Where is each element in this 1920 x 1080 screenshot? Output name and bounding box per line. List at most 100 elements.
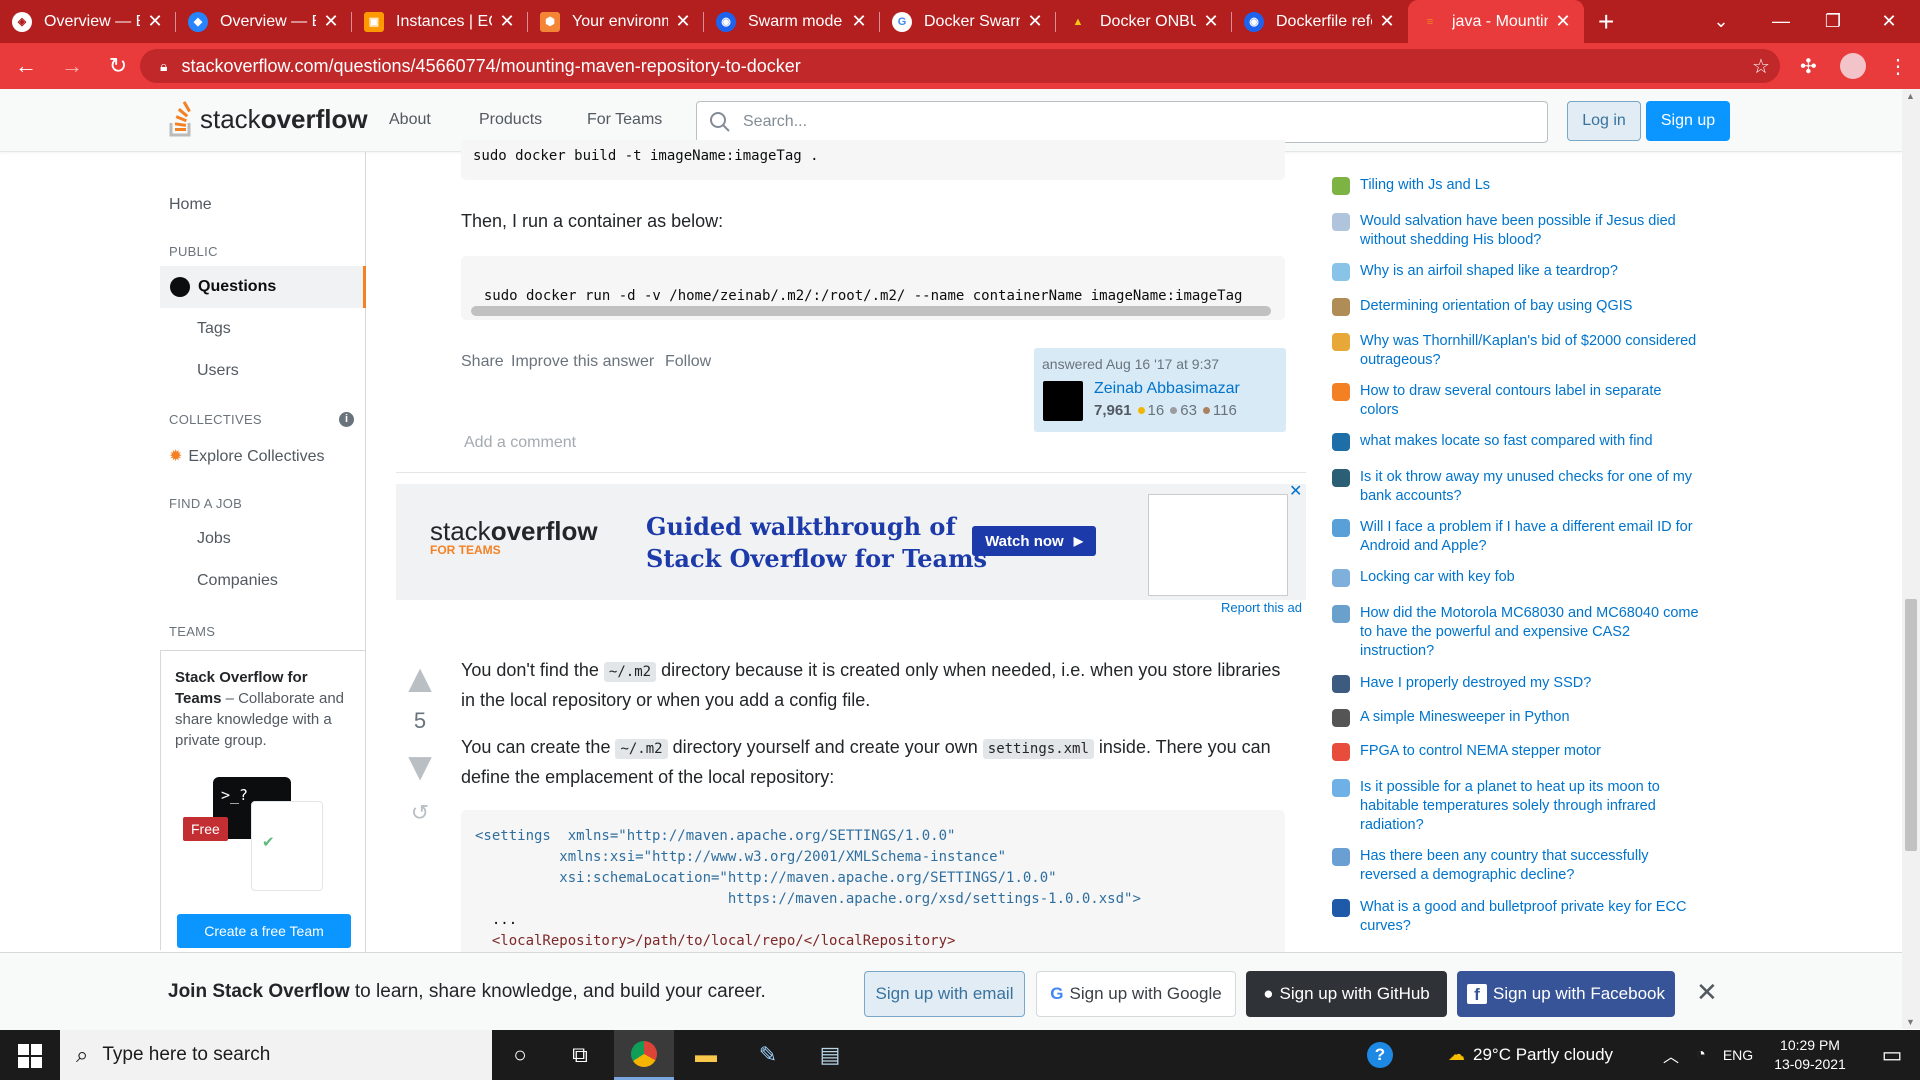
sidebar-item-questions[interactable]: Questions	[160, 266, 366, 308]
sidebar-item-companies[interactable]: Companies	[197, 572, 278, 590]
url-bar[interactable]: 🔒︎ stackoverflow.com/questions/45660774/m…	[140, 49, 1780, 83]
browser-tab[interactable]: ▲Docker ONBUILD✕	[1056, 0, 1232, 43]
close-banner-icon[interactable]: ✕	[1696, 977, 1718, 1008]
hot-question-link[interactable]: Would salvation have been possible if Je…	[1332, 212, 1702, 250]
create-team-button[interactable]: Create a free Team	[177, 914, 351, 948]
system-clock[interactable]: 10:29 PM 13-09-2021	[1762, 1036, 1858, 1074]
minimize-button[interactable]: —	[1758, 0, 1804, 43]
close-tab-icon[interactable]: ✕	[674, 11, 692, 32]
reload-button[interactable]: ↻	[98, 46, 138, 86]
hot-question-link[interactable]: What is a good and bulletproof private k…	[1332, 898, 1702, 936]
browser-tab[interactable]: G Docker Swarm ✕	[880, 0, 1056, 43]
window-close-button[interactable]: ✕	[1866, 0, 1912, 43]
ad-close-icon[interactable]: ✕	[1289, 484, 1305, 500]
hot-question-link[interactable]: Why is an airfoil shaped like a teardrop…	[1332, 262, 1702, 281]
improve-answer-link[interactable]: Improve this answer	[511, 353, 654, 371]
close-tab-icon[interactable]: ✕	[1378, 11, 1396, 32]
chrome-taskbar-icon[interactable]	[614, 1030, 674, 1080]
notepad-icon[interactable]: ▤	[800, 1030, 860, 1080]
sidebar-item-home[interactable]: Home	[169, 196, 212, 214]
hot-question-link[interactable]: Have I properly destroyed my SSD?	[1332, 674, 1702, 693]
hot-question-link[interactable]: FPGA to control NEMA stepper motor	[1332, 742, 1702, 761]
hot-question-link[interactable]: How did the Motorola MC68030 and MC68040…	[1332, 604, 1702, 661]
windows-start-icon[interactable]	[18, 1044, 42, 1068]
hot-question-link[interactable]: Will I face a problem if I have a differ…	[1332, 518, 1702, 556]
code-scrollbar[interactable]	[471, 306, 1271, 316]
hot-question-link[interactable]: Why was Thornhill/Kaplan's bid of $2000 …	[1332, 332, 1702, 370]
signup-github-button[interactable]: ● Sign up with GitHub	[1246, 971, 1447, 1017]
follow-link[interactable]: Follow	[665, 353, 711, 371]
show-hidden-icons[interactable]: ︿	[1656, 1030, 1686, 1080]
language-indicator[interactable]: ENG	[1716, 1030, 1760, 1080]
network-icon[interactable]: ◔	[1686, 1030, 1716, 1080]
cortana-icon[interactable]: ○	[490, 1030, 550, 1080]
upvote-button[interactable]: ▲	[396, 659, 444, 699]
hot-question-link[interactable]: Is it possible for a planet to heat up i…	[1332, 778, 1702, 835]
menu-dots-icon[interactable]: ⋮	[1888, 54, 1908, 79]
notifications-icon[interactable]: ▭	[1870, 1030, 1914, 1080]
browser-tab-active[interactable]: ≡java - Mounting maven repository✕	[1408, 0, 1584, 43]
sidebar-item-users[interactable]: Users	[197, 362, 239, 380]
extensions-icon[interactable]: ✣	[1800, 54, 1817, 79]
weather-widget[interactable]: ☁︎ 29°C Partly cloudy	[1448, 1030, 1658, 1080]
signup-button[interactable]: Sign up	[1646, 101, 1730, 141]
browser-tab[interactable]: ◆Overview — Bitbucket✕	[176, 0, 352, 43]
report-ad-link[interactable]: Report this ad	[1221, 600, 1302, 615]
search-input[interactable]: Search...	[696, 101, 1548, 143]
info-icon[interactable]: i	[339, 412, 354, 427]
hot-question-link[interactable]: Determining orientation of bay using QGI…	[1332, 297, 1702, 316]
hot-question-link[interactable]: Is it ok throw away my unused checks for…	[1332, 468, 1702, 506]
back-button[interactable]: ←	[6, 46, 46, 86]
task-view-icon[interactable]: ⧉	[550, 1030, 610, 1080]
teams-ad[interactable]: stackoverflow FOR TEAMS Guided walkthroug…	[396, 484, 1306, 600]
new-tab-button[interactable]: +	[1598, 6, 1628, 38]
sidebar-item-tags[interactable]: Tags	[197, 320, 231, 338]
close-tab-icon[interactable]: ✕	[1554, 11, 1572, 32]
hot-question-link[interactable]: Has there been any country that successf…	[1332, 847, 1702, 885]
sidebar-item-jobs[interactable]: Jobs	[197, 530, 231, 548]
restore-button[interactable]: ❐	[1810, 0, 1856, 43]
hot-question-link[interactable]: what makes locate so fast compared with …	[1332, 432, 1702, 451]
nav-products[interactable]: Products	[479, 111, 542, 129]
hot-question-link[interactable]: How to draw several contours label in se…	[1332, 382, 1702, 420]
scroll-thumb[interactable]	[1905, 599, 1917, 851]
sidebar-item-explore-collectives[interactable]: ✹ Explore Collectives	[169, 446, 324, 466]
scroll-up-icon[interactable]: ▲	[1906, 91, 1915, 101]
paint-icon[interactable]: ✎	[738, 1030, 798, 1080]
taskbar-search[interactable]: ⌕ Type here to search	[60, 1030, 492, 1080]
watch-now-button[interactable]: Watch now ▶	[972, 526, 1096, 556]
hot-question-link[interactable]: A simple Minesweeper in Python	[1332, 708, 1702, 727]
history-icon[interactable]: ↺	[396, 800, 444, 826]
site-logo[interactable]: stack overflow	[168, 101, 368, 137]
avatar[interactable]	[1043, 381, 1083, 421]
hot-question-link[interactable]: Tiling with Js and Ls	[1332, 176, 1702, 195]
login-button[interactable]: Log in	[1567, 101, 1641, 141]
page-scrollbar[interactable]: ▲ ▼	[1902, 89, 1920, 1029]
close-tab-icon[interactable]: ✕	[1026, 11, 1044, 32]
browser-tab[interactable]: ▣Instances | EC2✕	[352, 0, 528, 43]
forward-button[interactable]: →	[52, 46, 92, 86]
nav-about[interactable]: About	[389, 111, 431, 129]
browser-tab[interactable]: ◈Overview — Bitbucket✕	[0, 0, 176, 43]
scroll-down-icon[interactable]: ▼	[1906, 1017, 1915, 1027]
close-tab-icon[interactable]: ✕	[146, 11, 164, 32]
close-tab-icon[interactable]: ✕	[498, 11, 516, 32]
add-comment-link[interactable]: Add a comment	[464, 434, 576, 452]
signup-email-button[interactable]: Sign up with email	[864, 971, 1025, 1017]
user-name-link[interactable]: Zeinab Abbasimazar	[1094, 380, 1240, 398]
help-icon[interactable]: ?	[1356, 1030, 1404, 1080]
signup-google-button[interactable]: G Sign up with Google	[1036, 971, 1236, 1017]
downvote-button[interactable]: ▼	[396, 747, 444, 787]
browser-tab[interactable]: ◉Swarm mode key concepts✕	[704, 0, 880, 43]
nav-for-teams[interactable]: For Teams	[587, 111, 662, 129]
browser-tab[interactable]: ⬢Your environment✕	[528, 0, 704, 43]
close-tab-icon[interactable]: ✕	[322, 11, 340, 32]
close-tab-icon[interactable]: ✕	[1202, 11, 1220, 32]
tab-search-icon[interactable]: ⌄	[1698, 0, 1744, 43]
hot-question-link[interactable]: Locking car with key fob	[1332, 568, 1702, 587]
profile-avatar[interactable]	[1840, 53, 1866, 79]
close-tab-icon[interactable]: ✕	[850, 11, 868, 32]
file-explorer-icon[interactable]: ▬	[676, 1030, 736, 1080]
signup-facebook-button[interactable]: f Sign up with Facebook	[1457, 971, 1675, 1017]
browser-tab[interactable]: ◉Dockerfile reference✕	[1232, 0, 1408, 43]
